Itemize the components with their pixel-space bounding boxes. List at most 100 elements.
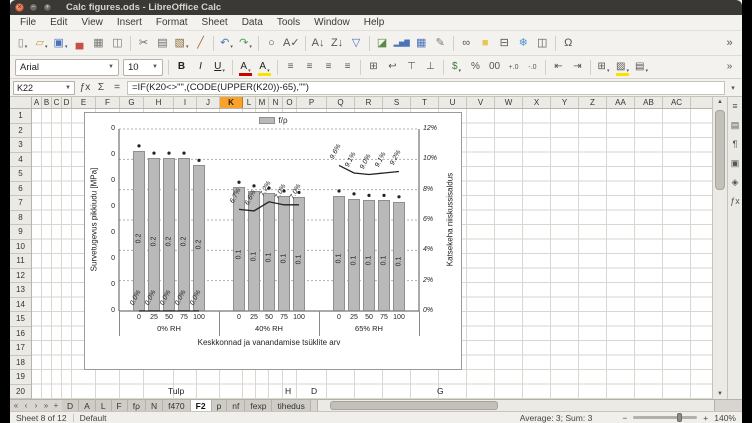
zoom-slider-thumb[interactable] [677, 413, 682, 422]
toolbar-overflow-icon[interactable]: » [721, 34, 738, 53]
column-header-V[interactable]: V [467, 97, 495, 109]
column-header-K[interactable]: K [220, 97, 243, 109]
horizontal-scrollbar[interactable] [317, 400, 714, 411]
redo-icon[interactable]: ↷▾ [237, 34, 254, 53]
sum-icon[interactable]: Σ [93, 82, 109, 93]
column-header-Q[interactable]: Q [327, 97, 355, 109]
column-header-I[interactable]: I [174, 97, 197, 109]
zoom-in-button[interactable]: + [703, 413, 708, 423]
functions-deck-icon[interactable]: ƒx [729, 195, 742, 207]
justify-icon[interactable]: ≡ [339, 58, 356, 77]
sheet-tab-fρ[interactable]: fρ [128, 400, 146, 411]
column-header-O[interactable]: O [283, 97, 297, 109]
cell-text[interactable]: Tulp [168, 384, 184, 398]
menu-window[interactable]: Window [307, 15, 357, 31]
row-header-5[interactable]: 5 [10, 167, 31, 182]
row-header-16[interactable]: 16 [10, 327, 31, 342]
sheet-tab-N[interactable]: N [146, 400, 163, 411]
last-sheet-icon[interactable]: » [42, 400, 50, 411]
previous-sheet-icon[interactable]: ‹ [22, 400, 30, 411]
properties-deck-icon[interactable]: ▤ [729, 119, 742, 131]
align-center-icon[interactable]: ≡ [301, 58, 318, 77]
format-percent-icon[interactable]: % [467, 58, 484, 77]
gallery-deck-icon[interactable]: ▣ [729, 157, 742, 169]
row-header-18[interactable]: 18 [10, 356, 31, 371]
menu-file[interactable]: File [13, 15, 43, 31]
paste-icon[interactable]: ▧▾ [173, 34, 190, 53]
underline-icon[interactable]: U▾ [211, 58, 228, 77]
autofilter-icon[interactable]: ▽ [348, 34, 365, 53]
split-window-icon[interactable]: ◫ [534, 34, 551, 53]
column-header-J[interactable]: J [197, 97, 220, 109]
column-header-S[interactable]: S [383, 97, 411, 109]
row-header-8[interactable]: 8 [10, 211, 31, 226]
headers-footers-icon[interactable]: ⊟ [496, 34, 513, 53]
sidebar-settings-icon[interactable]: ≡ [729, 100, 742, 112]
menu-data[interactable]: Data [235, 15, 270, 31]
scroll-up-icon[interactable]: ▲ [713, 97, 727, 107]
insert-comment-icon[interactable]: ■ [477, 34, 494, 53]
cell-text[interactable]: H [285, 384, 291, 398]
zoom-out-button[interactable]: − [622, 413, 627, 423]
align-bottom-icon[interactable]: ⊥ [422, 58, 439, 77]
align-right-icon[interactable]: ≡ [320, 58, 337, 77]
sheet-tab-A[interactable]: A [79, 400, 96, 411]
column-header-H[interactable]: H [144, 97, 174, 109]
row-header-9[interactable]: 9 [10, 225, 31, 240]
increase-indent-icon[interactable]: ⇥ [569, 58, 586, 77]
row-header-14[interactable]: 14 [10, 298, 31, 313]
font-size-combo[interactable]: 10 ▼ [123, 59, 163, 76]
vertical-scroll-thumb[interactable] [715, 110, 725, 190]
sheet-tab-nf[interactable]: nf [227, 400, 245, 411]
insert-image-icon[interactable]: ◪ [374, 34, 391, 53]
row-header-2[interactable]: 2 [10, 124, 31, 139]
spelling-icon[interactable]: A✓ [282, 34, 301, 53]
sort-descending-icon[interactable]: Z↓ [329, 34, 346, 53]
add-sheet-icon[interactable]: + [52, 400, 60, 411]
bold-icon[interactable]: B [173, 58, 190, 77]
column-header-L[interactable]: L [243, 97, 256, 109]
font-color-icon[interactable]: A▾ [237, 58, 254, 77]
borders-icon[interactable]: ⊞▾ [595, 58, 612, 77]
horizontal-scroll-thumb[interactable] [330, 401, 498, 410]
row-header-19[interactable]: 19 [10, 370, 31, 385]
average-sum[interactable]: Average: 3; Sum: 3 [520, 413, 593, 423]
row-header-20[interactable]: 20 [10, 385, 31, 400]
select-all-corner[interactable] [10, 97, 32, 109]
find-replace-icon[interactable]: ○ [263, 34, 280, 53]
row-header-11[interactable]: 11 [10, 254, 31, 269]
special-character-icon[interactable]: Ω [560, 34, 577, 53]
sort-ascending-icon[interactable]: A↓ [310, 34, 327, 53]
column-header-A[interactable]: A [32, 97, 42, 109]
column-header-X[interactable]: X [523, 97, 551, 109]
font-name-combo[interactable]: Arial ▼ [15, 59, 119, 76]
insert-chart-icon[interactable]: ▂▅▇ [393, 34, 411, 53]
sheet-tab-fexp[interactable]: fexp [245, 400, 272, 411]
pivot-table-icon[interactable]: ▦ [413, 34, 430, 53]
column-header-D[interactable]: D [62, 97, 72, 109]
column-header-G[interactable]: G [120, 97, 144, 109]
toolbar2-overflow-icon[interactable]: » [721, 58, 738, 77]
column-header-W[interactable]: W [495, 97, 523, 109]
formula-input[interactable]: =IF(K20<>"",(CODE(UPPER(K20))-65),"") [127, 81, 725, 95]
next-sheet-icon[interactable]: › [32, 400, 40, 411]
menu-sheet[interactable]: Sheet [195, 15, 235, 31]
column-header-AA[interactable]: AA [607, 97, 635, 109]
new-document-icon[interactable]: ▯▾ [14, 34, 31, 53]
column-header-B[interactable]: B [42, 97, 52, 109]
cell-text[interactable]: D [311, 384, 317, 398]
column-header-U[interactable]: U [439, 97, 467, 109]
maximize-button[interactable]: + [43, 3, 52, 12]
row-header-17[interactable]: 17 [10, 341, 31, 356]
align-top-icon[interactable]: ⊤ [403, 58, 420, 77]
formula-icon[interactable]: = [109, 82, 125, 93]
column-header-N[interactable]: N [269, 97, 283, 109]
zoom-level[interactable]: 140% [714, 413, 736, 423]
wrap-text-icon[interactable]: ↩ [384, 58, 401, 77]
embedded-chart[interactable]: f/ρ Survetugevus pikkiudu [MPa] Katsekeh… [84, 112, 462, 370]
column-header-Y[interactable]: Y [551, 97, 579, 109]
row-header-12[interactable]: 12 [10, 269, 31, 284]
column-header-Z[interactable]: Z [579, 97, 607, 109]
name-box[interactable]: K22 ▼ [13, 81, 75, 95]
row-header-1[interactable]: 1 [10, 109, 31, 124]
